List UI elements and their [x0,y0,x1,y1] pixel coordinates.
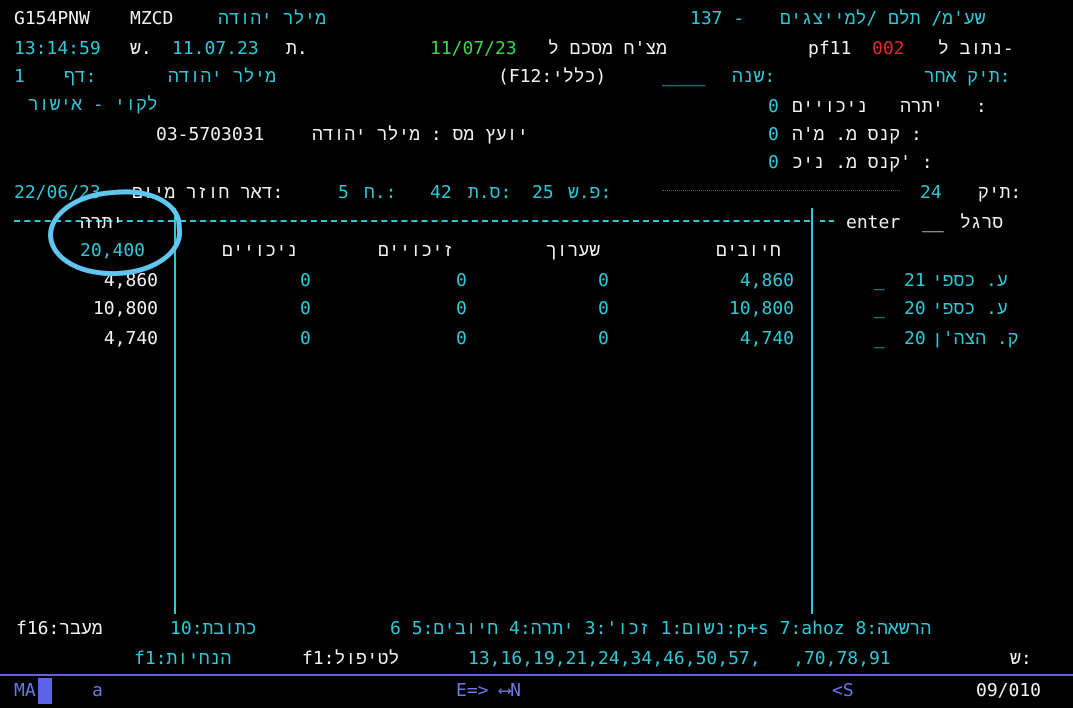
clock-time: 13:14:59 [14,38,101,59]
status-text: לקוי - אישור [28,94,158,115]
route-code[interactable]: 002 [872,38,905,60]
row-arrears: 0 [598,298,609,319]
fine-deduction-label: קנס מ. ניכ' : [792,152,933,173]
st-value: 42 [430,182,452,203]
t-label: ת. [286,38,308,59]
row-deductions: 0 [300,328,311,349]
col-debits: חיובים [716,240,781,261]
general-f12-hint[interactable]: (F12:כללי) [498,66,606,88]
route-label: נתוב ל- [938,38,1014,59]
divider-balance-column [174,208,176,614]
codes-label: ש: [1010,648,1032,669]
guidance-key[interactable]: f1:הנחיות [134,648,231,670]
other-file-label: תיק אחר: [924,66,1011,87]
screen-number: 137 - [690,8,745,29]
row-deductions: 0 [300,298,311,319]
fine-vat-value: 0 [768,124,779,145]
client-name-secondary: מילר יהודה [168,66,277,87]
file-label: תיק: [978,182,1022,203]
address-key[interactable]: כתובת:10 [170,618,257,640]
redacted-file-number [662,190,900,193]
col-credits: זיכויים [378,240,454,261]
table-separator-right [820,220,834,222]
advisor-phone: 03-5703031 [156,124,265,145]
row-balance: 10,800 [92,298,158,319]
keyboard-status: E=> ⟷N [456,680,522,701]
ps-value: 25 [532,182,554,203]
h-label: ח.: [364,182,397,203]
row-balance: 4,740 [103,328,158,349]
row-credits: 0 [456,270,467,291]
row-arrears: 0 [598,328,609,349]
row-debits: 4,860 [739,270,794,291]
year-input[interactable]: ____ [662,66,705,88]
file-tail: 24 [920,182,942,203]
table-separator-middle [180,220,810,222]
transfer-key[interactable]: f16:מעבר [16,618,103,640]
page-label: דף: [64,66,97,87]
col-arrears: שערוך [546,240,601,261]
ps-label: פ.ש: [568,182,612,203]
program-id: G154PNW [14,8,90,29]
screen-code: MZCD [130,8,174,29]
divider-selection-column [811,208,813,614]
screen-title: שע'מ/ תלם /למייצגים [780,8,986,29]
session-id: a [92,680,103,701]
row-select[interactable]: _ [874,298,885,320]
row-type: ע. כספי [932,270,1008,291]
balance-deductions-value: 0 [768,96,779,117]
row-type: ק. הצה'ן [932,328,1019,349]
row-type: ע. כספי [932,298,1008,319]
fine-vat-label: קנס מ. מ'ה : [792,124,922,145]
page-value: 1 [14,66,25,87]
sargel-label: סרגל [960,212,1004,233]
back-indicator: <S [832,680,854,701]
row-select[interactable]: _ [874,270,885,292]
col-deductions: ניכויים [222,240,298,261]
year-label: שנה: [732,66,776,87]
session-mode: MA [14,680,36,701]
balance-deductions-label: יתרה ניכויים : [792,96,987,117]
summary-date: 11/07/23 [430,38,517,59]
row-year: 20 [904,328,926,349]
row-select[interactable]: _ [874,328,885,350]
text-cursor [38,678,52,704]
row-year: 21 [904,270,926,291]
row-credits: 0 [456,298,467,319]
row-year: 20 [904,298,926,319]
row-debits: 10,800 [728,298,794,319]
h-value: 5 [338,182,349,203]
advisor-label: יועץ מס : מילר יהודה [312,124,529,145]
pf-key[interactable]: pf11 [808,38,851,60]
row-debits: 4,740 [739,328,794,349]
function-keys[interactable]: נשום:1 זכו':3 יתרה:4 חיובים:5 6:p+s 7:ah… [390,618,931,640]
st-label: ס.ת: [468,182,512,203]
client-name-top: מילר יהודה [218,8,327,29]
current-date: 11.07.23 [172,38,259,59]
sargel-input[interactable]: __ [922,212,944,234]
sh-label: ש. [130,38,152,59]
fine-deduction-value: 0 [768,152,779,173]
cursor-position: 09/010 [976,680,1042,701]
summary-label: מצ'ח מסכם ל [548,38,667,59]
row-deductions: 0 [300,270,311,291]
codes-list: 13,16,19,21,24,34,46,50,57, ,70,78,91 [468,648,891,669]
row-credits: 0 [456,328,467,349]
enter-label: enter [846,212,901,233]
statusbar-separator [0,674,1073,676]
row-arrears: 0 [598,270,609,291]
treatment-key[interactable]: f1:לטיפול [302,648,399,670]
